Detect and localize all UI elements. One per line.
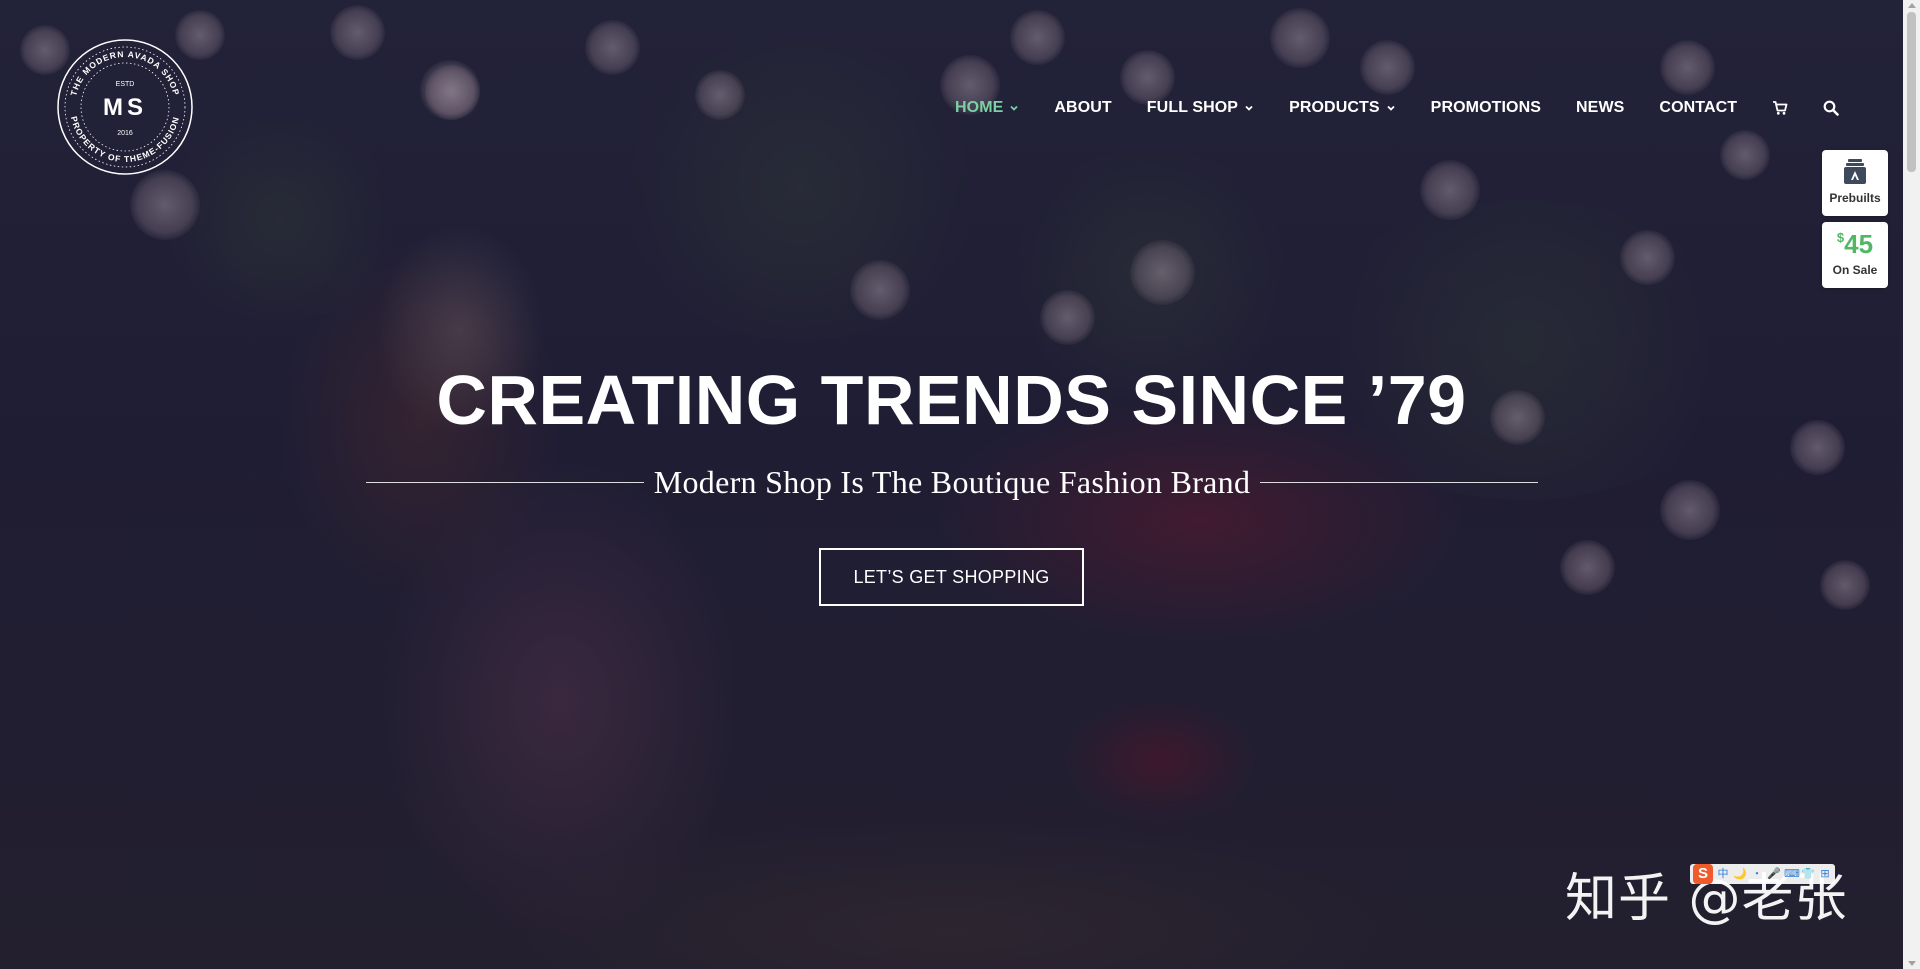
ime-mic-icon[interactable]: 🎤 <box>1767 867 1781 881</box>
nav-item-label: PROMOTIONS <box>1430 99 1542 116</box>
prebuilts-label: Prebuilts <box>1829 191 1881 205</box>
nav-item-home[interactable]: HOME <box>955 99 1019 117</box>
ime-skin-icon[interactable]: 👕 <box>1801 867 1815 881</box>
site-logo[interactable]: THE MODERN AVADA SHOP PROPERTY OF THEME-… <box>56 38 194 176</box>
ime-menu-icon[interactable]: ⊞ <box>1818 867 1832 881</box>
hero-subtitle: Modern Shop Is The Boutique Fashion Bran… <box>653 463 1251 500</box>
ime-toolbar: S 中 🌙 ・ 🎤 ⌨ 👕 ⊞ <box>1690 864 1835 884</box>
sale-price-value: 45 <box>1844 229 1874 259</box>
scroll-down-icon[interactable] <box>1908 961 1916 966</box>
nav-item-full-shop[interactable]: FULL SHOP <box>1147 99 1254 117</box>
logo-ring-text-bottom: PROPERTY OF THEME-FUSION <box>69 115 180 164</box>
logo-initials: MS <box>103 94 147 121</box>
subtitle-rule-left <box>366 481 644 483</box>
ime-keyboard-icon[interactable]: ⌨ <box>1784 867 1800 881</box>
main-navigation: HOME ABOUT FULL SHOP PRODUCTS PROMOTIONS… <box>955 97 1874 119</box>
logo-year: 2016 <box>117 130 133 137</box>
on-sale-label: On Sale <box>1832 263 1878 277</box>
ime-punctuation-icon[interactable]: ・ <box>1750 867 1764 881</box>
scroll-up-icon[interactable] <box>1908 3 1916 8</box>
nav-item-about[interactable]: ABOUT <box>1054 99 1111 117</box>
chevron-down-icon <box>1245 105 1253 111</box>
search-icon[interactable] <box>1823 100 1839 116</box>
nav-item-label: FULL SHOP <box>1146 99 1239 116</box>
chevron-down-icon <box>1010 105 1019 111</box>
nav-item-label: PRODUCTS <box>1289 99 1380 116</box>
shop-now-button[interactable]: LET’S GET SHOPPING <box>819 548 1084 606</box>
logo-estd: ESTD <box>116 81 135 88</box>
page-scrollbar[interactable] <box>1903 0 1920 969</box>
hero-subtitle-row: Modern Shop Is The Boutique Fashion Bran… <box>366 460 1539 504</box>
prebuilts-widget[interactable]: Prebuilts <box>1822 150 1888 216</box>
nav-item-label: NEWS <box>1576 99 1625 116</box>
svg-text:PROPERTY OF THEME-FUSION: PROPERTY OF THEME-FUSION <box>69 115 181 164</box>
nav-item-label: ABOUT <box>1054 99 1112 116</box>
logo-ring-text-top: THE MODERN AVADA SHOP <box>68 49 180 97</box>
scroll-thumb[interactable] <box>1907 12 1916 172</box>
ime-language-icon[interactable]: 中 <box>1716 867 1730 881</box>
nav-item-contact[interactable]: CONTACT <box>1659 99 1737 117</box>
nav-item-label: HOME <box>955 99 1004 116</box>
ime-moon-icon[interactable]: 🌙 <box>1733 867 1747 881</box>
nav-item-label: CONTACT <box>1659 99 1738 116</box>
ime-logo-icon[interactable]: S <box>1693 864 1713 884</box>
svg-text:THE MODERN AVADA SHOP: THE MODERN AVADA SHOP <box>68 49 181 97</box>
cart-icon[interactable] <box>1772 100 1788 116</box>
nav-item-news[interactable]: NEWS <box>1576 99 1624 117</box>
nav-item-promotions[interactable]: PROMOTIONS <box>1431 99 1541 117</box>
page: THE MODERN AVADA SHOP PROPERTY OF THEME-… <box>0 0 1920 969</box>
nav-item-products[interactable]: PRODUCTS <box>1289 99 1396 117</box>
sale-price: $45 <box>1822 229 1888 259</box>
on-sale-widget[interactable]: $45 On Sale <box>1822 222 1888 288</box>
prebuilts-stack-icon <box>1844 159 1866 184</box>
chevron-down-icon <box>1387 105 1395 111</box>
hero-title: CREATING TRENDS SINCE ’79 <box>436 361 1467 439</box>
subtitle-rule-right <box>1260 481 1539 483</box>
